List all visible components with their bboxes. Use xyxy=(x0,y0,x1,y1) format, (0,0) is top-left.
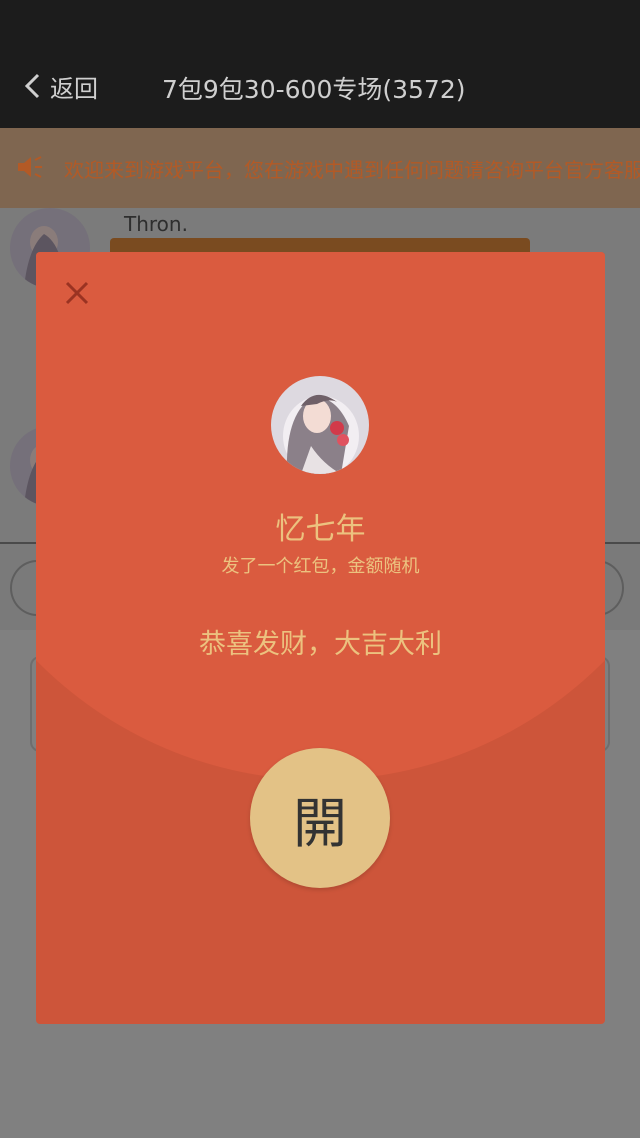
envelope-wish: 恭喜发财，大吉大利 xyxy=(199,629,442,660)
back-button[interactable]: 返回 xyxy=(24,66,98,106)
sender-name: Thron. xyxy=(124,212,188,236)
open-button[interactable]: 開 xyxy=(250,748,390,888)
back-label: 返回 xyxy=(50,74,98,103)
chevron-left-icon xyxy=(24,73,40,99)
page-title: 7包9包30-600专场(3572) xyxy=(162,75,466,104)
red-envelope-modal: 忆七年 发了一个红包，金额随机 恭喜发财，大吉大利 開 xyxy=(36,252,605,1024)
envelope-subtitle: 发了一个红包，金额随机 xyxy=(221,556,420,577)
sender-avatar xyxy=(271,376,369,474)
notice-text: 欢迎来到游戏平台，您在游戏中遇到任何问题请咨询平台官方客服 xyxy=(64,158,640,182)
speaker-icon xyxy=(18,156,42,178)
open-button-label: 開 xyxy=(293,791,347,855)
notice-bar: 欢迎来到游戏平台，您在游戏中遇到任何问题请咨询平台官方客服 xyxy=(0,128,640,208)
close-icon[interactable] xyxy=(62,278,92,308)
sender-name: 忆七年 xyxy=(275,512,366,547)
status-bar xyxy=(0,0,640,46)
avatar-image xyxy=(271,376,369,474)
nav-bar: 返回 7包9包30-600专场(3572) xyxy=(0,46,640,128)
